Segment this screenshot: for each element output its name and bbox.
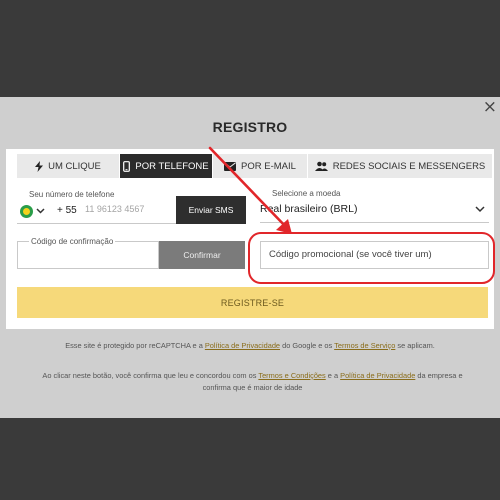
registration-card: UM CLIQUE POR TELEFONE POR E-MAIL REDES … (6, 149, 494, 329)
chevron-down-icon (475, 206, 485, 213)
phone-icon (123, 160, 131, 172)
phone-input[interactable] (85, 204, 175, 214)
lightning-icon (35, 160, 44, 172)
registration-tabs: UM CLIQUE POR TELEFONE POR E-MAIL REDES … (17, 154, 492, 178)
privacy-policy-link[interactable]: Política de Privacidade (205, 341, 280, 350)
promo-code-field (260, 241, 489, 269)
modal-title: REGISTRO (212, 119, 288, 135)
notice-text: se aplicam. (395, 341, 435, 350)
notice-text: e a (325, 371, 341, 380)
tab-one-click[interactable]: UM CLIQUE (17, 154, 119, 178)
send-sms-button[interactable]: Enviar SMS (176, 196, 246, 224)
confirm-button[interactable]: Confirmar (159, 241, 245, 269)
terms-of-service-link[interactable]: Termos de Serviço (334, 341, 395, 350)
terms-conditions-link[interactable]: Termos e Condições (258, 371, 325, 380)
currency-select[interactable]: Real brasileiro (BRL) (260, 198, 489, 223)
brazil-flag-icon (20, 205, 33, 218)
recaptcha-notice: Esse site é protegido por reCAPTCHA e a … (0, 341, 500, 350)
phone-label: Seu número de telefone (29, 190, 115, 199)
confirmation-label: Código de confirmação (29, 237, 116, 246)
tab-label: UM CLIQUE (48, 160, 101, 172)
notice-text: do Google e os (280, 341, 335, 350)
country-code: + 55 (57, 205, 77, 216)
company-privacy-link[interactable]: Política de Privacidade (340, 371, 415, 380)
currency-value: Real brasileiro (BRL) (260, 203, 358, 215)
registration-modal: × REGISTRO UM CLIQUE POR TELEFONE POR E-… (0, 97, 500, 418)
notice-text: Esse site é protegido por reCAPTCHA e a (65, 341, 205, 350)
tab-social[interactable]: REDES SOCIAIS E MESSENGERS (308, 154, 492, 178)
users-icon (314, 161, 328, 171)
tab-label: POR TELEFONE (135, 160, 209, 172)
notice-text: Ao clicar neste botão, você confirma que… (42, 371, 259, 380)
phone-field: + 55 (17, 199, 176, 224)
register-button[interactable]: REGISTRE-SE (17, 287, 488, 318)
envelope-icon (224, 161, 237, 171)
promo-code-input[interactable] (269, 249, 479, 260)
currency-label: Selecione a moeda (272, 189, 341, 198)
tab-phone[interactable]: POR TELEFONE (120, 154, 212, 178)
tab-label: REDES SOCIAIS E MESSENGERS (332, 160, 486, 172)
tab-label: POR E-MAIL (241, 160, 296, 172)
chevron-down-icon[interactable] (36, 208, 45, 214)
confirmation-code-field[interactable]: Código de confirmação (17, 237, 159, 269)
tab-email[interactable]: POR E-MAIL (213, 154, 307, 178)
close-icon[interactable]: × (483, 99, 497, 116)
terms-notice: Ao clicar neste botão, você confirma que… (30, 370, 475, 394)
